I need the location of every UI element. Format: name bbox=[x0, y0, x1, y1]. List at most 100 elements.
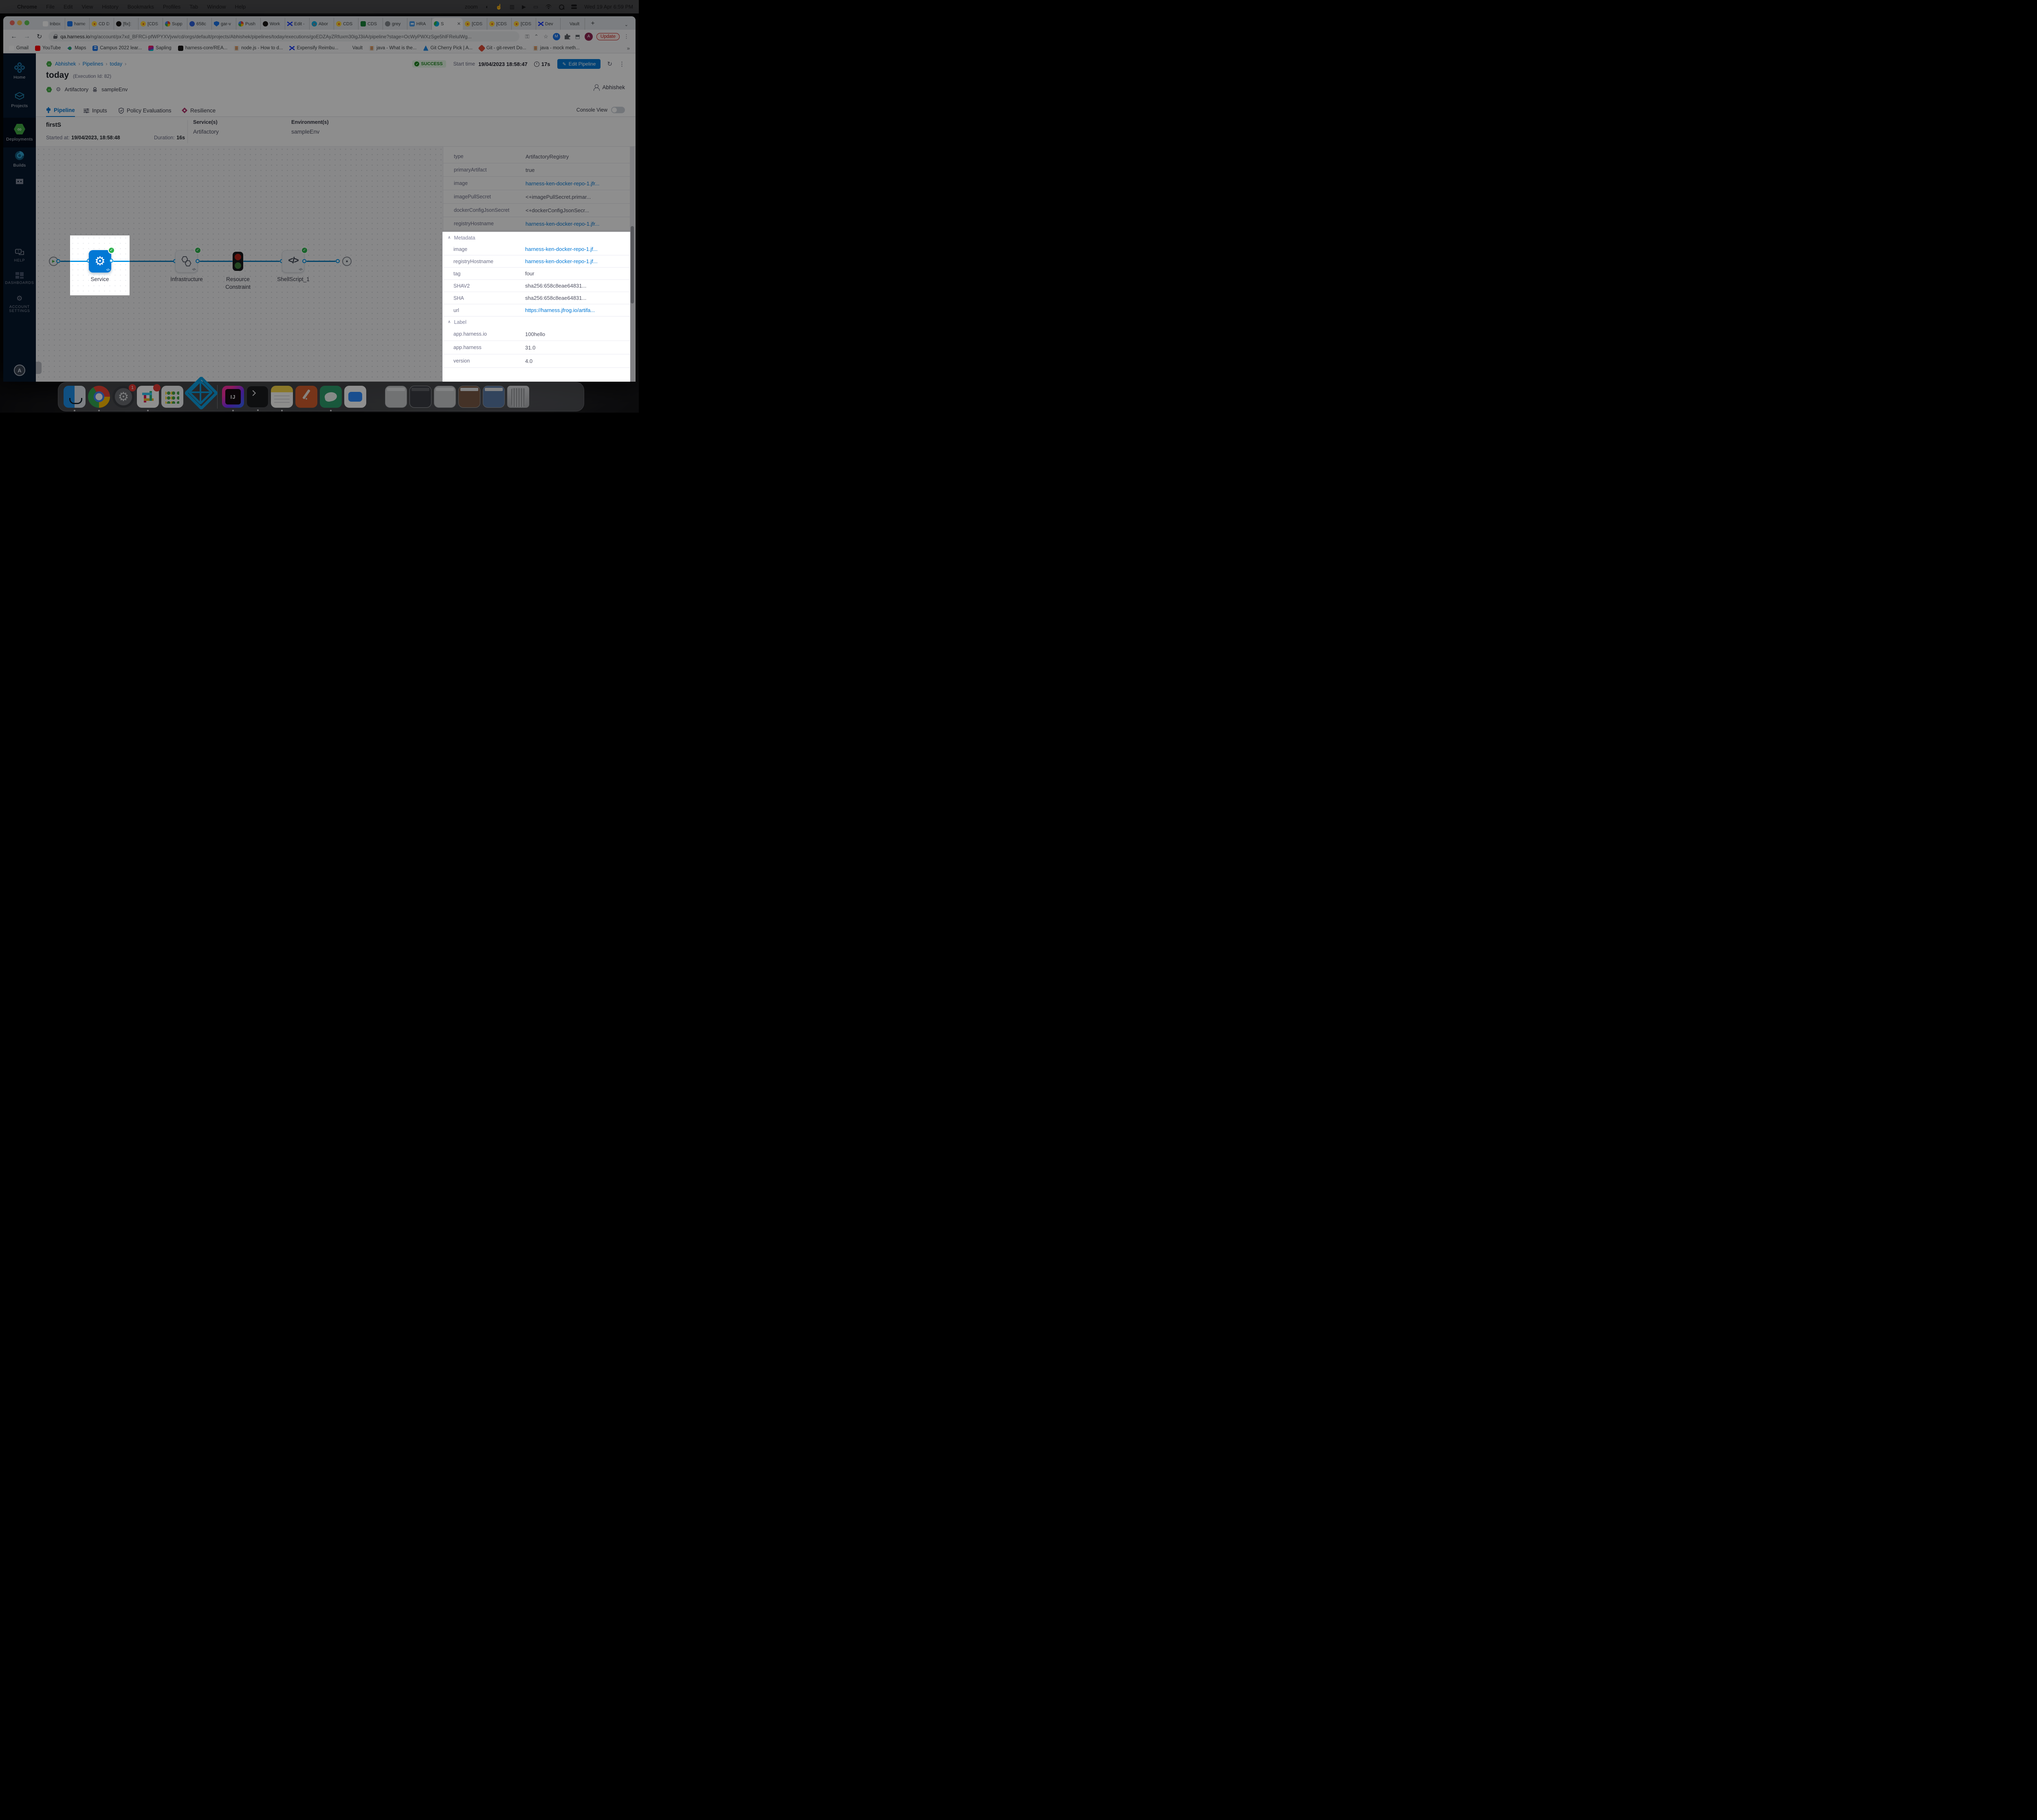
menu-item[interactable]: Edit bbox=[64, 4, 73, 10]
dock-chrome-icon[interactable] bbox=[88, 386, 110, 408]
breadcrumb-project[interactable]: Abhishek bbox=[55, 61, 76, 67]
dock-trash-icon[interactable] bbox=[507, 386, 529, 408]
metadata-section-header[interactable]: ∧ Metadata bbox=[443, 232, 630, 243]
sidebar-user-avatar[interactable]: A bbox=[14, 365, 25, 376]
panel-row-value[interactable]: <+dockerConfigJsonSecr... bbox=[526, 207, 589, 213]
zoom-menu-item[interactable]: zoom bbox=[465, 4, 478, 10]
browser-tab[interactable]: grey ✕ bbox=[383, 18, 407, 30]
browser-tab[interactable]: 658c ✕ bbox=[187, 18, 212, 30]
console-view-toggle[interactable] bbox=[611, 107, 625, 113]
menu-clock[interactable]: Wed 19 Apr 6:59 PM bbox=[584, 4, 633, 10]
browser-menu-kebab-icon[interactable]: ⋮ bbox=[624, 33, 629, 40]
metadata-row-value[interactable]: sha256:658c8eae64831... bbox=[525, 283, 586, 289]
service-node[interactable]: ⚙ </> bbox=[89, 250, 111, 273]
metadata-row-value[interactable]: sha256:658c8eae64831... bbox=[525, 295, 586, 301]
side-panel-icon[interactable]: ⬒ bbox=[575, 33, 580, 40]
menu-item[interactable]: Profiles bbox=[163, 4, 180, 10]
menu-item[interactable]: Bookmarks bbox=[128, 4, 154, 10]
dock-intellij-icon[interactable]: IJ bbox=[222, 386, 244, 408]
tab-resilience[interactable]: Resilience bbox=[182, 104, 216, 117]
browser-tab[interactable]: CD D ✕ bbox=[90, 18, 114, 30]
panel-row-value[interactable]: true bbox=[526, 167, 535, 173]
control-center-icon[interactable] bbox=[571, 4, 577, 9]
address-bar[interactable]: qa.harness.io/ng/account/px7xd_BFRCi-pfW… bbox=[48, 31, 519, 42]
browser-tab[interactable]: Supp ✕ bbox=[163, 18, 187, 30]
environments-value[interactable]: sampleEnv bbox=[291, 128, 329, 135]
label-row-value[interactable]: 100hello bbox=[525, 331, 545, 337]
bookmark-item[interactable]: node.js - How to d... bbox=[234, 46, 283, 51]
metadata-row-value[interactable]: https://harness.jfrog.io/artifa... bbox=[525, 307, 595, 313]
collapse-chevron-icon[interactable]: ∧ bbox=[448, 235, 451, 240]
canvas-collapse-handle[interactable] bbox=[36, 362, 42, 374]
browser-tab[interactable]: Dev ✕ bbox=[536, 18, 561, 30]
close-window-button[interactable] bbox=[10, 20, 15, 25]
back-button[interactable]: ← bbox=[11, 33, 17, 40]
stage-name[interactable]: firstS bbox=[46, 122, 61, 128]
sidebar-module-grid-icon[interactable] bbox=[3, 179, 36, 185]
new-tab-button[interactable]: + bbox=[587, 18, 598, 29]
metadata-row-value[interactable]: four bbox=[525, 270, 534, 277]
services-value[interactable]: Artifactory bbox=[193, 128, 219, 135]
menu-app-name[interactable]: Chrome bbox=[17, 4, 37, 10]
dock-slack-icon[interactable] bbox=[137, 386, 159, 408]
bookmark-item[interactable]: Maps bbox=[67, 46, 86, 51]
browser-tab[interactable]: CDS ✕ bbox=[334, 18, 359, 30]
browser-tab[interactable]: Vault ✕ bbox=[561, 18, 585, 30]
dock-system-settings-icon[interactable]: ⚙1 bbox=[112, 386, 134, 408]
bookmark-star-icon[interactable]: ☆ bbox=[543, 33, 548, 40]
service-node-label[interactable]: Service bbox=[79, 276, 120, 282]
battery-icon[interactable]: ▭ bbox=[533, 4, 538, 10]
browser-tab[interactable]: Edit - ✕ bbox=[285, 18, 310, 30]
sidebar-item-account-settings[interactable]: ⚙ ACCOUNT SETTINGS bbox=[3, 295, 36, 313]
dock-minimized-window-5[interactable] bbox=[483, 386, 505, 408]
dock-minimized-window-1[interactable] bbox=[385, 386, 407, 408]
zoom-window-button[interactable] bbox=[24, 20, 29, 25]
label-row-value[interactable]: 4.0 bbox=[525, 358, 532, 364]
bookmark-item[interactable]: Vault bbox=[345, 46, 363, 51]
spotlight-search-icon[interactable] bbox=[559, 4, 564, 9]
dock-notes-icon[interactable] bbox=[271, 386, 293, 408]
menu-item[interactable]: View bbox=[81, 4, 93, 10]
label-row-value[interactable]: 31.0 bbox=[525, 345, 535, 351]
menu-item[interactable]: File bbox=[46, 4, 55, 10]
sidebar-item-help[interactable]: ? HELP bbox=[3, 249, 36, 262]
browser-tab[interactable]: Push ✕ bbox=[236, 18, 261, 30]
label-section-header[interactable]: ∧ Label bbox=[443, 317, 630, 328]
browser-tab[interactable]: Work ✕ bbox=[261, 18, 285, 30]
menu-item[interactable]: Window bbox=[207, 4, 226, 10]
header-service-name[interactable]: Artifactory bbox=[65, 86, 89, 92]
dock-fauna-icon[interactable] bbox=[320, 386, 342, 408]
header-kebab-menu[interactable]: ⋮ bbox=[619, 60, 625, 68]
panel-row-value[interactable]: harness-ken-docker-repo-1.jfr... bbox=[526, 221, 599, 227]
hand-warning-icon[interactable]: ☝ bbox=[496, 4, 502, 10]
sidebar-item-projects[interactable]: Projects bbox=[3, 91, 36, 108]
browser-tab[interactable]: [CDS ✕ bbox=[512, 18, 536, 30]
bookmark-item[interactable]: Sapling bbox=[148, 46, 171, 51]
edit-pipeline-button[interactable]: ✎Edit Pipeline bbox=[557, 59, 601, 69]
tab-search-chevron-icon[interactable]: ⌄ bbox=[625, 22, 628, 27]
browser-tab[interactable]: [fix]: ✕ bbox=[114, 18, 139, 30]
play-status-icon[interactable]: ▶ bbox=[522, 4, 526, 10]
dock-minimized-window-2[interactable] bbox=[409, 386, 431, 408]
browser-tab[interactable]: Abor ✕ bbox=[310, 18, 334, 30]
share-icon[interactable]: ⌃ bbox=[534, 33, 539, 40]
password-key-icon[interactable]: ⚿ bbox=[525, 33, 529, 40]
header-environment-name[interactable]: sampleEnv bbox=[101, 86, 128, 92]
dock-terminal-icon[interactable] bbox=[246, 386, 268, 408]
tab-inputs[interactable]: Inputs bbox=[84, 104, 107, 117]
profile-avatar-a[interactable]: A bbox=[585, 33, 593, 41]
lock-icon[interactable] bbox=[53, 34, 57, 39]
wifi-icon[interactable] bbox=[546, 4, 552, 9]
panel-row-value[interactable]: harness-ken-docker-repo-1.jfr... bbox=[526, 180, 599, 187]
dock-launchpad-icon[interactable] bbox=[161, 386, 183, 408]
chrome-update-button[interactable]: Update bbox=[596, 33, 620, 40]
end-node[interactable]: ■ bbox=[342, 257, 352, 266]
bookmark-item[interactable]: Campus 2022 lear... bbox=[92, 46, 142, 51]
browser-tab[interactable]: Inbox ✕ bbox=[41, 18, 65, 30]
panel-row-value[interactable]: <+imagePullSecret.primar... bbox=[526, 194, 591, 200]
sidebar-item-builds[interactable]: Builds bbox=[3, 150, 36, 168]
bookmark-item[interactable]: Expensify Reimbu... bbox=[289, 46, 338, 51]
bookmark-item[interactable]: Gmail bbox=[9, 46, 29, 51]
metadata-row-value[interactable]: harness-ken-docker-repo-1.jf... bbox=[525, 246, 598, 252]
shellscript-node[interactable]: </> </> bbox=[282, 250, 304, 273]
